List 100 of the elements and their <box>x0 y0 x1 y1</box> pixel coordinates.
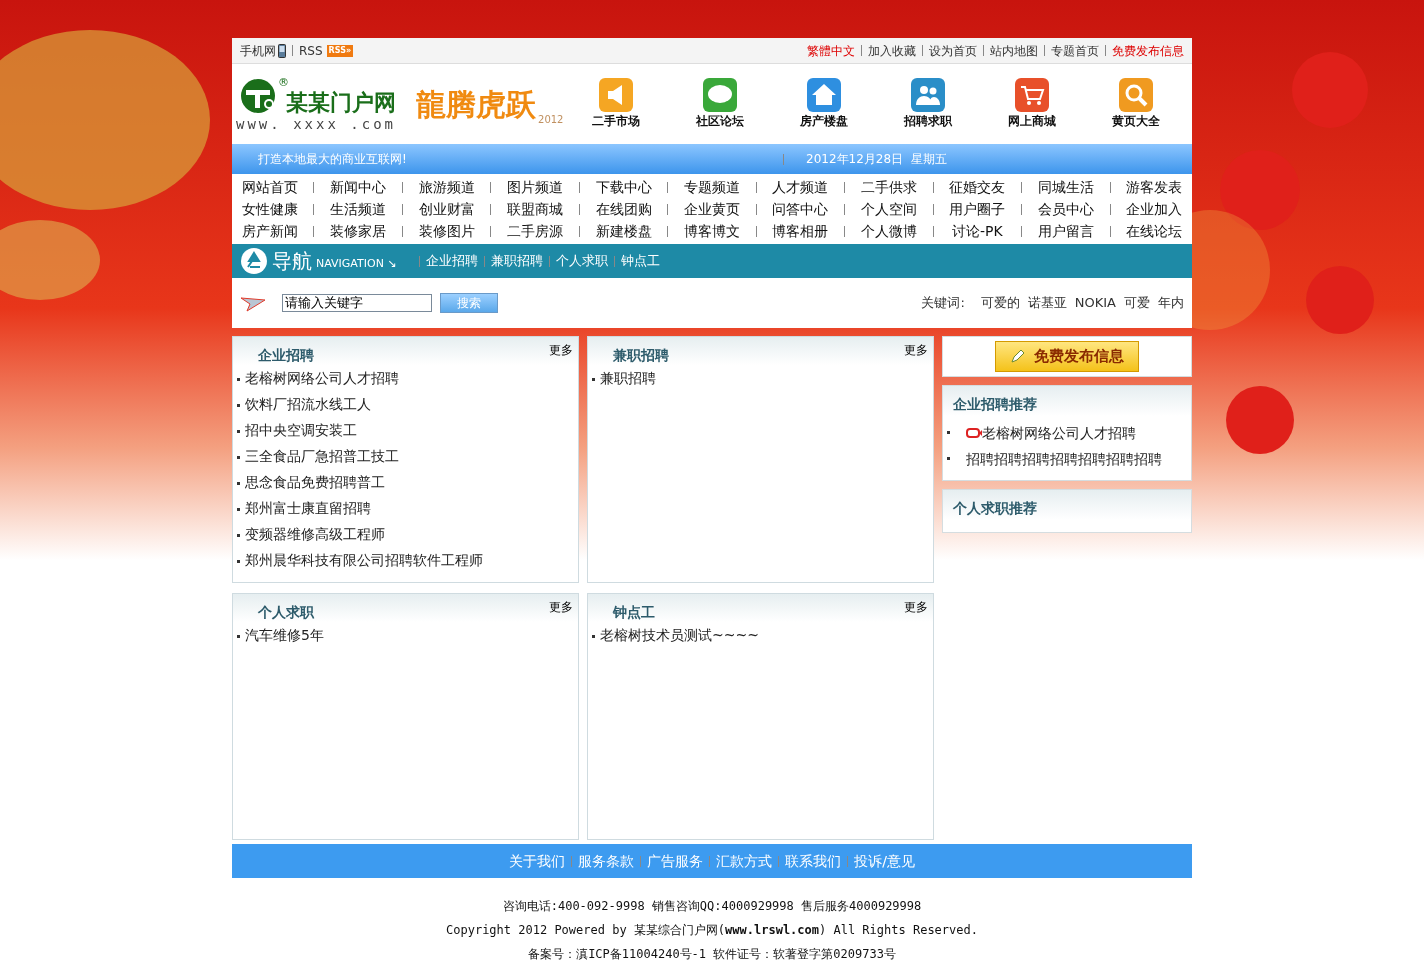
list-link[interactable]: 招中央空调安装工 <box>245 422 357 438</box>
top-link[interactable]: 专题首页 <box>1051 41 1099 60</box>
list-link[interactable]: 饮料厂招流水线工人 <box>245 396 371 412</box>
panel-title: 个人求职 <box>257 603 314 622</box>
channel-link[interactable]: 房产新闻 <box>232 220 308 242</box>
nav-link[interactable]: 兼职招聘 <box>490 251 543 271</box>
channel-link[interactable]: 装修家居 <box>320 220 396 242</box>
channel-link[interactable]: 问答中心 <box>762 198 839 220</box>
channel-link[interactable]: 专题频道 <box>674 176 750 198</box>
channel-link[interactable]: 装修图片 <box>408 220 485 242</box>
top-link[interactable]: 站内地图 <box>990 41 1038 60</box>
channel-link[interactable]: 博客博文 <box>674 220 750 242</box>
footer-text: 咨询电话:400-092-9998 销售咨询QQ:4000929998 售后服务4000929998 <box>501 898 923 915</box>
list-link[interactable]: 郑州晨华科技有限公司招聘软件工程师 <box>245 552 483 568</box>
channel-link[interactable]: 讨论-PK <box>939 220 1016 242</box>
search-field[interactable]: 请输入关键字 <box>282 294 432 312</box>
more-link[interactable]: 更多 <box>904 598 928 616</box>
more-link[interactable]: 更多 <box>549 598 573 616</box>
shortcut-link[interactable]: 黄页大全 <box>1084 78 1188 130</box>
footer-text: 备案号：滇ICP备11004240号-1 软件证号：软著登字第0209733号 <box>527 946 897 963</box>
bullet-icon <box>592 634 595 638</box>
channel-link[interactable]: 博客相册 <box>762 220 839 242</box>
channel-link[interactable]: 游客发表 <box>1116 176 1192 198</box>
channel-link[interactable]: 二手房源 <box>497 220 573 242</box>
channel-link[interactable]: 新闻中心 <box>320 176 396 198</box>
list-link[interactable]: 老榕树技术员测试~~~~ <box>600 627 759 643</box>
shortcut-label: 社区论坛 <box>696 113 744 130</box>
keyword-link[interactable]: NOKIA <box>1074 293 1116 313</box>
keyword-link[interactable]: 可爱 <box>1124 293 1150 313</box>
pencil-icon <box>1010 348 1026 365</box>
shortcut-link[interactable]: 网上商城 <box>980 78 1084 130</box>
channel-link[interactable]: 企业加入 <box>1116 198 1192 220</box>
channel-link[interactable]: 用户留言 <box>1028 220 1104 242</box>
bullet-icon <box>237 507 240 511</box>
channel-link[interactable]: 同城生活 <box>1028 176 1104 198</box>
keyword-link[interactable]: 年内 <box>1158 293 1184 313</box>
channel-link[interactable]: 旅游频道 <box>408 176 485 198</box>
top-link[interactable]: 加入收藏 <box>868 41 916 60</box>
nav-subtitle: NAVIGATION ↘ <box>316 255 397 272</box>
list-link[interactable]: 郑州富士康直留招聘 <box>245 500 371 516</box>
list-link[interactable]: 三全食品厂急招普工技工 <box>245 448 399 464</box>
panel-title: 钟点工 <box>611 603 655 622</box>
top-link[interactable]: 繁體中文 <box>807 41 855 60</box>
channel-link[interactable]: 企业黄页 <box>674 198 750 220</box>
list-link[interactable]: 老榕树网络公司人才招聘 <box>982 419 1136 446</box>
channel-link[interactable]: 在线团购 <box>585 198 662 220</box>
list-link[interactable]: 招聘招聘招聘招聘招聘招聘招聘 <box>966 445 1162 472</box>
shortcut-link[interactable]: 社区论坛 <box>668 78 772 130</box>
channel-link[interactable]: 图片频道 <box>497 176 573 198</box>
bullet-icon <box>237 455 240 459</box>
nav-link[interactable]: 个人求职 <box>555 251 608 271</box>
phone-icon <box>278 43 286 58</box>
bullet-icon <box>947 457 950 460</box>
shortcut-link[interactable]: 二手市场 <box>564 78 668 130</box>
shortcut-link[interactable]: 房产楼盘 <box>772 78 876 130</box>
bullet-icon <box>237 559 240 563</box>
keyword-link[interactable]: 可爱的 <box>980 293 1020 313</box>
slogan: 打造本地最大的商业互联网! <box>257 151 408 168</box>
hot-tag-icon <box>966 427 982 438</box>
bullet-icon <box>237 403 240 407</box>
list-link[interactable]: 兼职招聘 <box>600 370 656 386</box>
shortcut-label: 二手市场 <box>592 113 640 130</box>
channel-link[interactable]: 征婚交友 <box>939 176 1016 198</box>
keyword-link[interactable]: 诺基亚 <box>1027 293 1067 313</box>
nav-title: 导航 <box>272 248 312 275</box>
nav-link[interactable]: 企业招聘 <box>425 251 478 271</box>
shortcut-label: 招聘求职 <box>904 113 952 130</box>
channel-link[interactable]: 二手供求 <box>851 176 927 198</box>
channel-link[interactable]: 女性健康 <box>232 198 308 220</box>
top-link[interactable]: 免费发布信息 <box>1112 41 1184 60</box>
channel-link[interactable]: 联盟商城 <box>497 198 573 220</box>
channel-link[interactable]: 人才频道 <box>762 176 839 198</box>
more-link[interactable]: 更多 <box>549 341 573 359</box>
channel-link[interactable]: 创业财富 <box>408 198 485 220</box>
bullet-icon <box>592 377 595 381</box>
nav-link[interactable]: 钟点工 <box>620 251 660 271</box>
channel-link[interactable]: 个人空间 <box>851 198 927 220</box>
rss-link[interactable]: RSS <box>299 41 323 60</box>
channel-link[interactable]: 会员中心 <box>1028 198 1104 220</box>
panel-title: 兼职招聘 <box>612 346 669 365</box>
footer-text: Copyright 2012 Powered by 某某综合门户网(www.lrswl.com) All Rights Reserved. <box>445 922 979 939</box>
channel-link[interactable]: 下载中心 <box>585 176 662 198</box>
channel-link[interactable]: 生活频道 <box>320 198 396 220</box>
list-link[interactable]: 思念食品免费招聘普工 <box>245 474 385 490</box>
channel-link[interactable]: 网站首页 <box>232 176 308 198</box>
channel-link[interactable]: 新建楼盘 <box>585 220 662 242</box>
channel-link[interactable]: 用户圈子 <box>939 198 1016 220</box>
box-title: 企业招聘推荐 <box>952 394 1037 414</box>
channel-link[interactable]: 在线论坛 <box>1116 220 1192 242</box>
list-link[interactable]: 变频器维修高级工程师 <box>245 526 385 542</box>
publish-button[interactable]: 免费发布信息 <box>995 341 1139 372</box>
mobile-site-link[interactable]: 手机网 <box>240 41 276 60</box>
bullet-icon <box>237 634 240 638</box>
channel-link[interactable]: 个人微博 <box>851 220 927 242</box>
list-link[interactable]: 汽车维修5年 <box>245 627 324 643</box>
top-link[interactable]: 设为首页 <box>929 41 977 60</box>
more-link[interactable]: 更多 <box>904 341 928 359</box>
banner-title: 龍腾虎跃 <box>416 85 536 124</box>
shortcut-link[interactable]: 招聘求职 <box>876 78 980 130</box>
list-link[interactable]: 老榕树网络公司人才招聘 <box>245 370 399 386</box>
